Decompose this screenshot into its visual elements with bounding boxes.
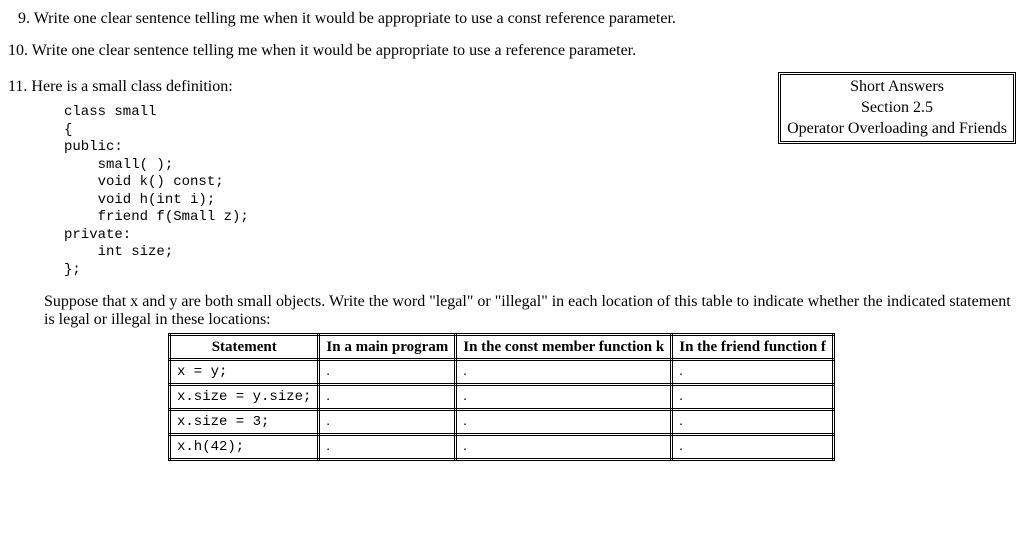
header-statement: Statement [170,335,319,360]
table-row: x.size = y.size; . . . [170,385,834,410]
header-friend-function: In the friend function f [672,335,834,360]
question-10: 10. Write one clear sentence telling me … [8,42,1016,60]
table-header-row: Statement In a main program In the const… [170,335,834,360]
question-10-number: 10. [8,42,28,59]
question-11: 11. Here is a small class definition: [8,78,233,96]
answer-cell: . [319,435,456,460]
question-9: 9. Write one clear sentence telling me w… [18,10,1016,28]
answer-cell: . [672,385,834,410]
infobox-line1: Short Answers [787,77,1007,98]
infobox-line2: Section 2.5 [787,98,1007,119]
table-row: x.h(42); . . . [170,435,834,460]
infobox-line3: Operator Overloading and Friends [787,119,1007,140]
question-9-number: 9. [18,10,30,27]
table-row: x = y; . . . [170,360,834,385]
answer-cell: . [672,410,834,435]
answer-cell: . [456,385,672,410]
short-answers-box: Short Answers Section 2.5 Operator Overl… [778,72,1016,144]
stmt-cell: x = y; [170,360,319,385]
stmt-cell: x.size = 3; [170,410,319,435]
answer-cell: . [456,410,672,435]
instruction-text: Suppose that x and y are both small obje… [44,293,1016,329]
answer-cell: . [672,435,834,460]
table-row: x.size = 3; . . . [170,410,834,435]
stmt-cell: x.h(42); [170,435,319,460]
question-9-text: Write one clear sentence telling me when… [34,10,676,27]
question-11-number: 11. [8,78,27,95]
answer-cell: . [319,410,456,435]
answer-cell: . [456,435,672,460]
header-main-program: In a main program [319,335,456,360]
answer-cell: . [319,360,456,385]
header-const-member: In the const member function k [456,335,672,360]
question-10-text: Write one clear sentence telling me when… [32,42,636,59]
legal-illegal-table: Statement In a main program In the const… [168,333,835,461]
question-11-text: Here is a small class definition: [31,78,232,95]
stmt-cell: x.size = y.size; [170,385,319,410]
answer-cell: . [319,385,456,410]
answer-cell: . [456,360,672,385]
answer-cell: . [672,360,834,385]
